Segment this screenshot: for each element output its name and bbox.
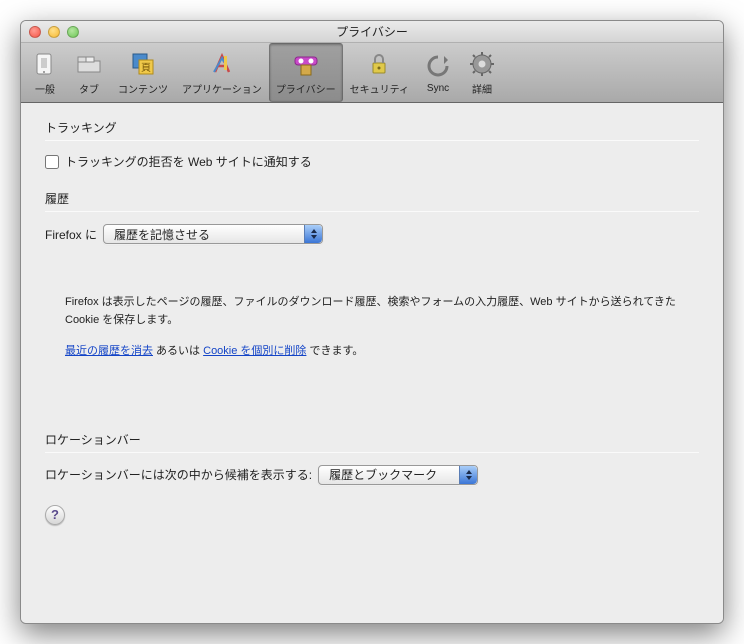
history-links-suffix: できます。 (306, 345, 363, 357)
zoom-button[interactable] (67, 26, 79, 38)
history-section: 履歴 Firefox に 履歴を記憶させる Firefox は表示したページの履… (45, 190, 699, 361)
history-description-block: Firefox は表示したページの履歴、ファイルのダウンロード履歴、検索やフォー… (65, 294, 699, 361)
svg-text:頁: 頁 (141, 62, 151, 74)
tab-privacy[interactable]: プライバシー (269, 43, 343, 102)
tab-label: セキュリティ (350, 81, 409, 96)
divider (45, 452, 699, 453)
sync-icon (423, 51, 453, 81)
privacy-icon (291, 49, 321, 79)
history-mode-row: Firefox に 履歴を記憶させる (45, 224, 699, 244)
tab-label: プライバシー (276, 81, 336, 96)
help-button[interactable]: ? (45, 505, 65, 525)
locationbar-row: ロケーションバーには次の中から候補を表示する: 履歴とブックマーク (45, 465, 699, 485)
tab-advanced[interactable]: 詳細 (460, 43, 504, 102)
locationbar-select[interactable]: 履歴とブックマーク (318, 465, 478, 485)
section-title-locationbar: ロケーションバー (45, 431, 699, 448)
tab-sync[interactable]: Sync (416, 43, 460, 102)
tab-content[interactable]: 頁 コンテンツ (111, 43, 175, 102)
locationbar-value: 履歴とブックマーク (329, 466, 437, 483)
section-title-tracking: トラッキング (45, 119, 699, 136)
history-links-middle: あるいは (153, 345, 203, 357)
close-button[interactable] (29, 26, 41, 38)
select-arrows-icon (459, 466, 477, 484)
history-prefix-label: Firefox に (45, 226, 97, 243)
delete-cookies-link[interactable]: Cookie を個別に削除 (203, 345, 306, 357)
tab-label: タブ (79, 81, 99, 96)
history-mode-value: 履歴を記憶させる (114, 226, 210, 243)
preferences-window: プライバシー 一般 タブ 頁 コンテンツ アプ (20, 20, 724, 624)
tab-tabs[interactable]: タブ (67, 43, 111, 102)
titlebar: プライバシー (21, 21, 723, 43)
content-icon: 頁 (128, 49, 158, 79)
tab-label: アプリケーション (182, 81, 262, 96)
select-arrows-icon (304, 225, 322, 243)
divider (45, 140, 699, 141)
locationbar-label: ロケーションバーには次の中から候補を表示する: (45, 466, 312, 483)
tabs-icon (74, 49, 104, 79)
history-mode-select[interactable]: 履歴を記憶させる (103, 224, 323, 244)
locationbar-section: ロケーションバー ロケーションバーには次の中から候補を表示する: 履歴とブックマ… (45, 431, 699, 485)
clear-recent-history-link[interactable]: 最近の履歴を消去 (65, 345, 153, 357)
general-icon (30, 49, 60, 79)
tracking-checkbox-row[interactable]: トラッキングの拒否を Web サイトに通知する (45, 153, 699, 170)
tab-security[interactable]: セキュリティ (343, 43, 416, 102)
history-links-row: 最近の履歴を消去 あるいは Cookie を個別に削除 できます。 (65, 343, 699, 361)
content-area: トラッキング トラッキングの拒否を Web サイトに通知する 履歴 Firefo… (21, 103, 723, 623)
tab-applications[interactable]: アプリケーション (175, 43, 269, 102)
tab-general[interactable]: 一般 (23, 43, 67, 102)
preferences-toolbar: 一般 タブ 頁 コンテンツ アプリケーション プラ (21, 43, 723, 103)
tab-label: 詳細 (472, 81, 492, 96)
tracking-checkbox-label: トラッキングの拒否を Web サイトに通知する (65, 153, 312, 170)
window-title: プライバシー (21, 23, 723, 40)
tab-label: 一般 (35, 81, 55, 96)
tab-label: コンテンツ (118, 81, 168, 96)
divider (45, 211, 699, 212)
tracking-checkbox[interactable] (45, 155, 59, 169)
section-title-history: 履歴 (45, 190, 699, 207)
applications-icon (207, 49, 237, 79)
tab-label: Sync (427, 83, 449, 94)
tracking-section: トラッキング トラッキングの拒否を Web サイトに通知する (45, 119, 699, 170)
minimize-button[interactable] (48, 26, 60, 38)
security-icon (364, 49, 394, 79)
window-controls (21, 26, 79, 38)
help-icon: ? (51, 507, 59, 522)
advanced-icon (467, 49, 497, 79)
history-description-text: Firefox は表示したページの履歴、ファイルのダウンロード履歴、検索やフォー… (65, 294, 699, 329)
